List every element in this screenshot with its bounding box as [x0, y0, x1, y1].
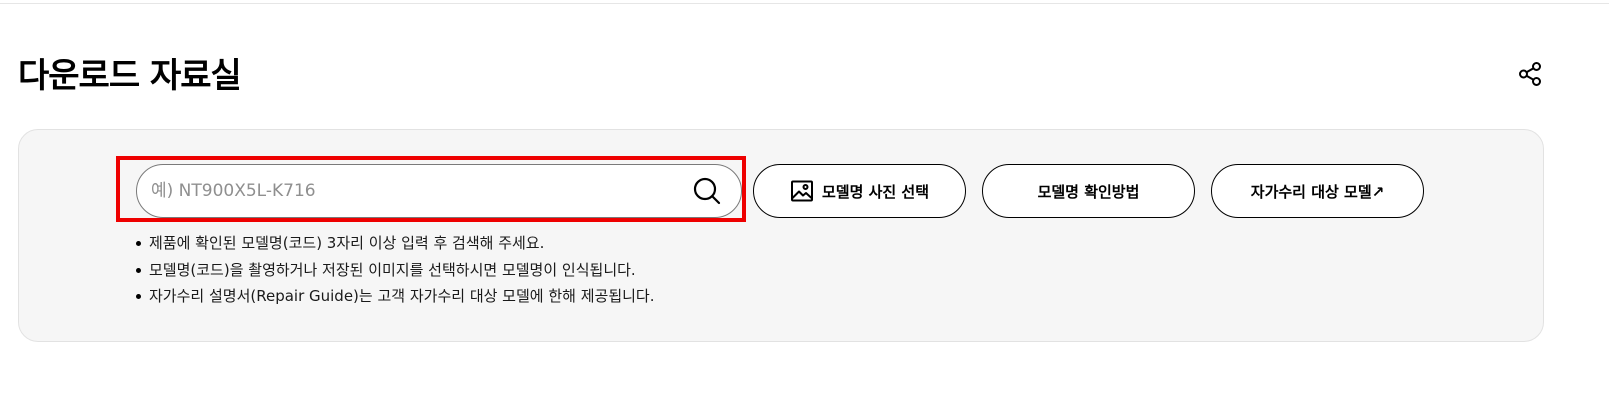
- self-repair-label: 자가수리 대상 모델↗: [1250, 182, 1385, 201]
- note-item: 제품에 확인된 모델명(코드) 3자리 이상 입력 후 검색해 주세요.: [134, 230, 655, 257]
- image-icon: [790, 179, 814, 203]
- page-title: 다운로드 자료실: [18, 56, 242, 96]
- search-highlight-box: [116, 156, 746, 222]
- note-item: 자가수리 설명서(Repair Guide)는 고객 자가수리 대상 모델에 한…: [134, 283, 655, 310]
- note-item: 모델명(코드)을 촬영하거나 저장된 이미지를 선택하시면 모델명이 인식됩니다…: [134, 257, 655, 284]
- guide-notes: 제품에 확인된 모델명(코드) 3자리 이상 입력 후 검색해 주세요. 모델명…: [134, 230, 655, 310]
- top-divider: [0, 3, 1609, 4]
- photo-select-button[interactable]: 모델명 사진 선택: [753, 164, 966, 218]
- check-method-label: 모델명 확인방법: [1037, 182, 1140, 201]
- share-icon: [1517, 61, 1543, 87]
- share-button[interactable]: [1514, 58, 1546, 90]
- check-method-button[interactable]: 모델명 확인방법: [982, 164, 1195, 218]
- self-repair-models-link[interactable]: 자가수리 대상 모델↗: [1211, 164, 1424, 218]
- photo-select-label: 모델명 사진 선택: [821, 182, 930, 201]
